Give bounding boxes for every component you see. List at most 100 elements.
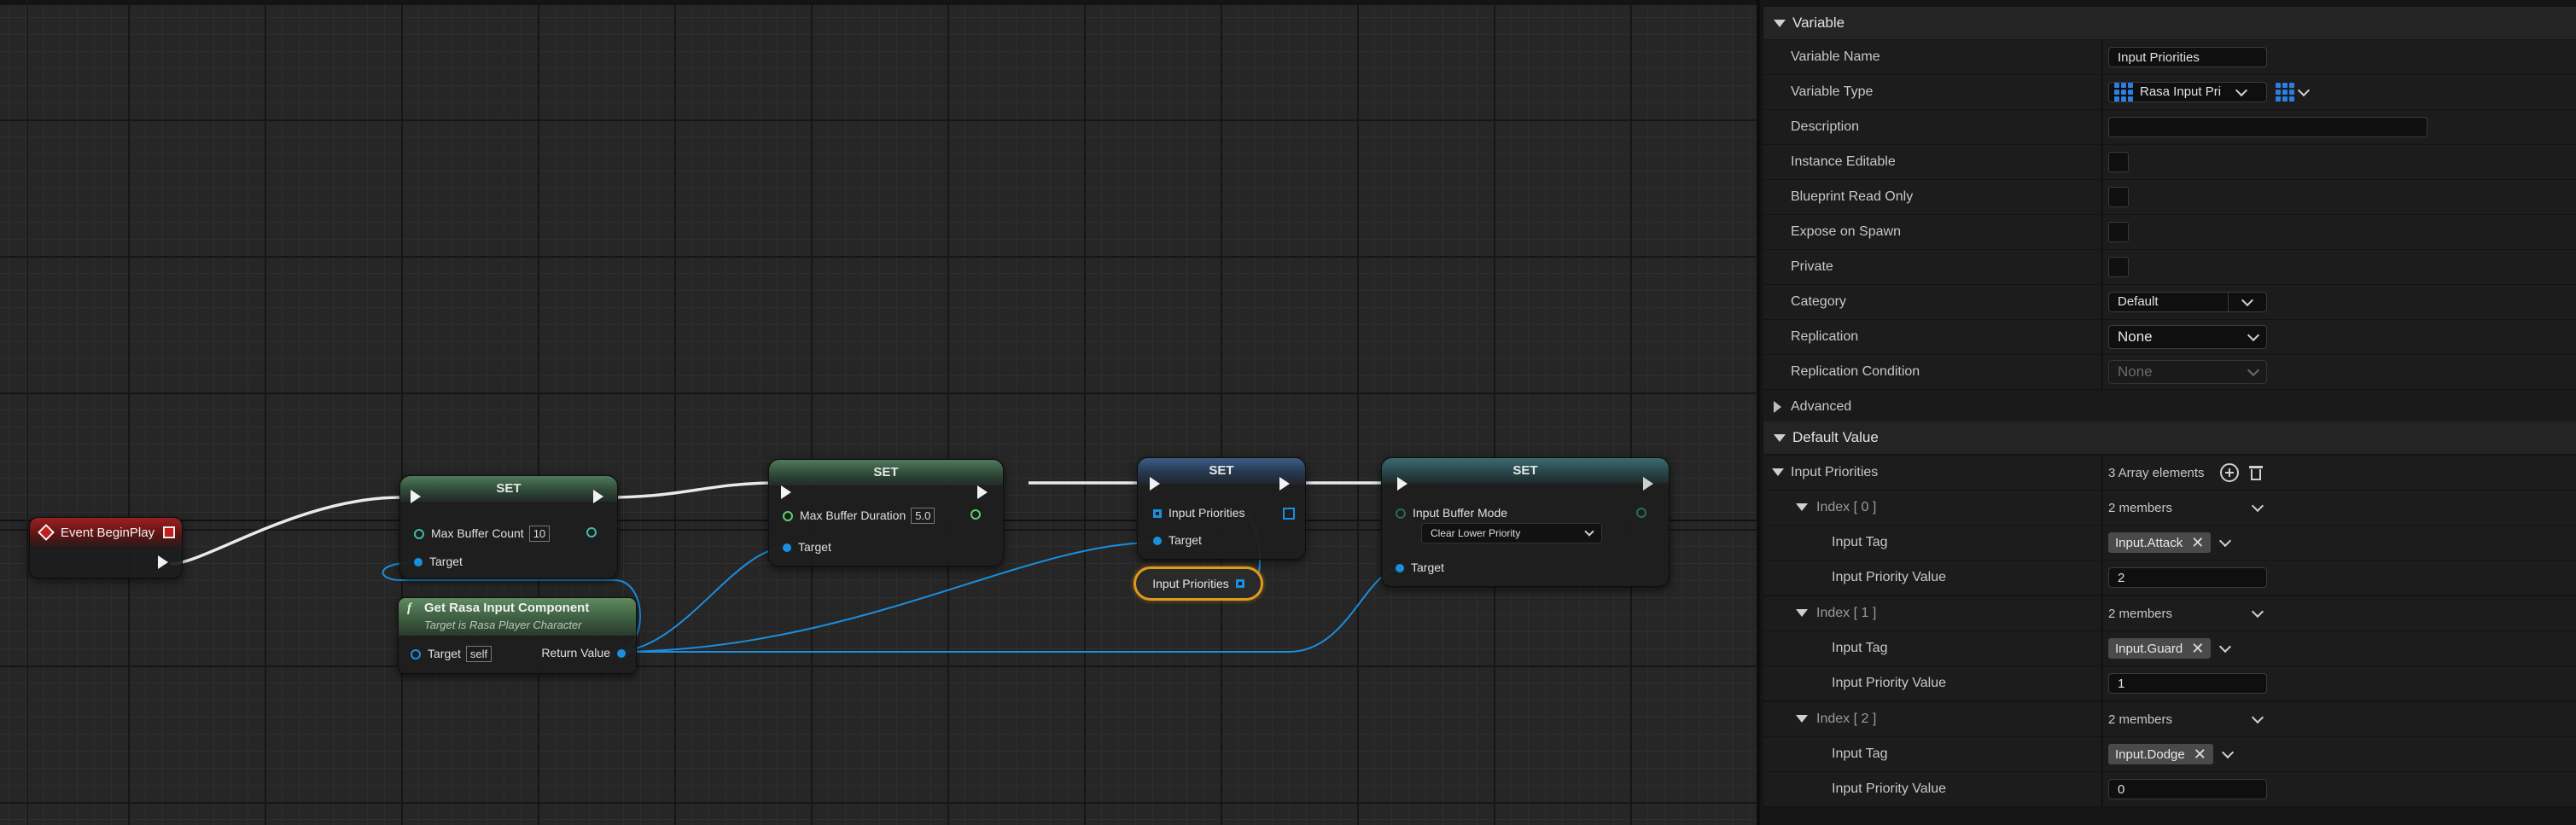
max-buffer-count-value[interactable]: 10 xyxy=(528,526,551,542)
max-buffer-duration-value[interactable]: 5.0 xyxy=(911,508,935,524)
row-label: Replication Condition xyxy=(1791,364,1920,379)
description-input[interactable] xyxy=(2108,117,2427,137)
index-1-members-dropdown[interactable]: 2 members xyxy=(2108,596,2264,630)
index-2-members-dropdown[interactable]: 2 members xyxy=(2108,702,2264,736)
replication-dropdown[interactable]: None xyxy=(2108,325,2267,349)
category-dropdown-button[interactable] xyxy=(2228,293,2266,311)
column-divider[interactable] xyxy=(2101,145,2103,179)
column-divider[interactable] xyxy=(2101,180,2103,214)
exec-in-pin[interactable] xyxy=(1397,477,1407,491)
priority-value-input[interactable]: 1 xyxy=(2108,673,2267,694)
column-divider[interactable] xyxy=(2101,456,2103,490)
exec-out-pin[interactable] xyxy=(158,555,168,569)
column-divider[interactable] xyxy=(2101,40,2103,74)
target-pin[interactable]: Target xyxy=(783,540,831,554)
close-icon[interactable]: ✕ xyxy=(2194,746,2206,764)
delegate-pin-icon[interactable] xyxy=(163,526,175,538)
exec-out-pin[interactable] xyxy=(977,485,988,499)
target-pin[interactable]: Target xyxy=(414,555,463,568)
close-icon[interactable]: ✕ xyxy=(2191,640,2204,658)
column-divider[interactable] xyxy=(2101,702,2103,736)
default-value-section-header[interactable]: Default Value xyxy=(1763,421,2576,454)
input-tag-chip[interactable]: Input.Attack ✕ xyxy=(2108,532,2212,553)
object-pin-icon xyxy=(617,649,626,659)
column-divider[interactable] xyxy=(2101,666,2103,700)
event-beginplay-node[interactable]: Event BeginPlay xyxy=(29,517,183,578)
chevron-down-icon[interactable] xyxy=(2219,534,2232,548)
add-element-icon[interactable] xyxy=(2219,463,2239,482)
row-label: Blueprint Read Only xyxy=(1791,189,1914,204)
float-out-pin-icon[interactable] xyxy=(970,509,981,520)
exec-out-pin[interactable] xyxy=(1279,477,1290,491)
exec-in-pin[interactable] xyxy=(1150,477,1160,491)
exec-in-pin[interactable] xyxy=(781,485,791,499)
replication-condition-dropdown: None xyxy=(2108,360,2267,384)
column-divider[interactable] xyxy=(2101,250,2103,284)
blueprint-graph[interactable]: Event BeginPlay SET Max Buffer Count 10 T… xyxy=(0,0,1757,825)
column-divider[interactable] xyxy=(2101,526,2103,560)
column-divider[interactable] xyxy=(2101,320,2103,354)
instance-editable-checkbox[interactable] xyxy=(2108,152,2129,172)
return-value-pin[interactable]: Return Value xyxy=(541,646,626,659)
enum-out-pin-icon[interactable] xyxy=(1636,508,1646,518)
array-out-pin-icon[interactable] xyxy=(1283,508,1295,520)
set-max-buffer-count-node[interactable]: SET Max Buffer Count 10 Target xyxy=(399,475,618,579)
exec-wire-2 xyxy=(608,481,778,499)
column-divider[interactable] xyxy=(2101,110,2103,144)
column-divider[interactable] xyxy=(2101,737,2103,771)
input-buffer-mode-pin[interactable]: Input Buffer Mode xyxy=(1396,506,1507,520)
column-divider[interactable] xyxy=(2101,491,2103,525)
max-buffer-duration-pin[interactable]: Max Buffer Duration 5.0 xyxy=(783,508,935,524)
int-out-pin-icon[interactable] xyxy=(586,527,597,537)
column-divider[interactable] xyxy=(2101,772,2103,806)
variable-section-header[interactable]: Variable xyxy=(1763,7,2576,39)
column-divider[interactable] xyxy=(2101,561,2103,595)
input-tag-chip[interactable]: Input.Guard ✕ xyxy=(2108,638,2212,659)
max-buffer-count-pin[interactable]: Max Buffer Count 10 xyxy=(414,526,551,542)
close-icon[interactable]: ✕ xyxy=(2191,534,2204,552)
exec-out-pin[interactable] xyxy=(593,490,603,503)
column-divider[interactable] xyxy=(2101,631,2103,665)
target-self-value[interactable]: self xyxy=(465,646,492,662)
exec-out-pin[interactable] xyxy=(1643,477,1653,491)
chevron-down-icon[interactable] xyxy=(2221,746,2234,759)
array-pin-icon[interactable] xyxy=(1235,579,1244,588)
priority-value-input[interactable]: 2 xyxy=(2108,567,2267,588)
column-divider[interactable] xyxy=(2101,215,2103,249)
container-type-selector[interactable] xyxy=(2276,83,2311,102)
column-divider[interactable] xyxy=(2101,596,2103,630)
input-priorities-pin[interactable]: Input Priorities xyxy=(1153,506,1244,520)
component-target-pin[interactable]: Target self xyxy=(411,646,492,662)
collapse-arrow-icon[interactable] xyxy=(1796,609,1808,617)
blueprint-read-only-checkbox[interactable] xyxy=(2108,187,2129,207)
row-index-1: Index [ 1 ] 2 members xyxy=(1763,596,2576,631)
target-label: Target xyxy=(428,647,461,660)
target-wire-set2 xyxy=(614,547,786,653)
category-combo[interactable]: Default xyxy=(2108,292,2267,312)
target-pin[interactable]: Target xyxy=(1396,561,1444,574)
column-divider[interactable] xyxy=(2101,75,2103,109)
buffer-mode-dropdown[interactable]: Clear Lower Priority xyxy=(1421,523,1602,543)
advanced-section-toggle[interactable]: Advanced xyxy=(1763,390,2576,425)
target-pin[interactable]: Target xyxy=(1153,533,1202,547)
collapse-arrow-icon[interactable] xyxy=(1772,468,1784,476)
priority-value-input[interactable]: 0 xyxy=(2108,779,2267,799)
input-tag-chip[interactable]: Input.Dodge ✕ xyxy=(2108,744,2213,764)
collapse-arrow-icon[interactable] xyxy=(1796,715,1808,723)
collapse-arrow-icon[interactable] xyxy=(1796,503,1808,511)
expose-on-spawn-checkbox[interactable] xyxy=(2108,222,2129,242)
set-input-priorities-node[interactable]: SET Input Priorities Target xyxy=(1137,457,1306,560)
exec-in-pin[interactable] xyxy=(411,490,421,503)
input-priorities-getter-node[interactable]: Input Priorities xyxy=(1134,566,1263,601)
set-input-buffer-mode-node[interactable]: SET Input Buffer Mode Clear Lower Priori… xyxy=(1381,457,1670,587)
column-divider[interactable] xyxy=(2101,355,2103,389)
trash-icon[interactable] xyxy=(2248,464,2263,481)
index-0-members-dropdown[interactable]: 2 members xyxy=(2108,491,2264,525)
variable-name-input[interactable]: Input Priorities xyxy=(2108,47,2267,67)
get-rasa-input-component-node[interactable]: f Get Rasa Input Component Target is Ras… xyxy=(398,597,637,674)
chevron-down-icon[interactable] xyxy=(2219,640,2232,654)
set-max-buffer-duration-node[interactable]: SET Max Buffer Duration 5.0 Target xyxy=(768,459,1004,566)
column-divider[interactable] xyxy=(2101,285,2103,319)
private-checkbox[interactable] xyxy=(2108,257,2129,277)
variable-type-selector[interactable]: Rasa Input Pri xyxy=(2108,82,2267,102)
